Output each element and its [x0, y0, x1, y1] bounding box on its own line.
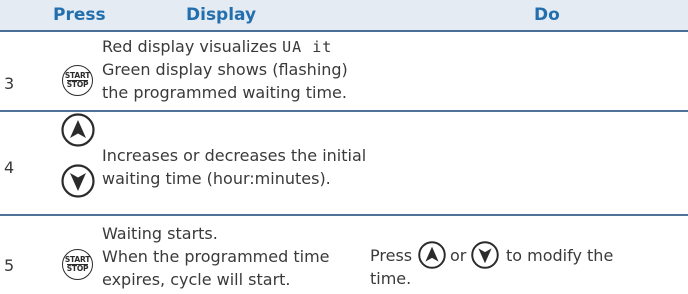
row-number: 4	[4, 158, 15, 177]
row-divider	[0, 214, 688, 216]
segment-display-text: UA it	[282, 38, 333, 56]
start-stop-button-icon: START STOP	[62, 249, 93, 280]
display-line: the programmed waiting time.	[102, 83, 347, 102]
start-label: START	[64, 71, 91, 80]
do-instruction: Press	[370, 245, 412, 267]
display-line: Waiting starts.	[102, 224, 218, 243]
up-arrow-button-icon	[418, 241, 446, 269]
do-modify-text: to modify the	[506, 246, 614, 265]
header-press: Press	[53, 5, 106, 25]
start-label: START	[64, 255, 91, 264]
display-line: waiting time (hour:minutes).	[102, 169, 331, 188]
display-line: Increases or decreases the initial	[102, 146, 367, 165]
row-number: 5	[4, 256, 15, 275]
display-line: expires, cycle will start.	[102, 270, 291, 289]
down-arrow-button-icon	[471, 241, 499, 269]
up-arrow-button-icon	[61, 113, 95, 147]
header-display: Display	[186, 5, 257, 25]
do-press-text: Press	[370, 246, 413, 265]
do-or-text: or	[450, 246, 467, 265]
table-header: Press Display Do	[0, 0, 688, 32]
display-line: Green display shows (flashing)	[102, 60, 348, 79]
row-divider	[0, 110, 688, 112]
row-number: 3	[4, 74, 15, 93]
display-line: Red display visualizes UA it	[102, 36, 332, 58]
down-arrow-button-icon	[61, 164, 95, 198]
start-stop-button-icon: START STOP	[62, 65, 93, 96]
stop-label: STOP	[66, 264, 89, 273]
stop-label: STOP	[66, 80, 89, 89]
display-line-text: Red display visualizes	[102, 37, 278, 56]
do-time-text: time.	[370, 269, 412, 288]
header-do: Do	[534, 5, 560, 25]
display-line: When the programmed time	[102, 247, 330, 266]
